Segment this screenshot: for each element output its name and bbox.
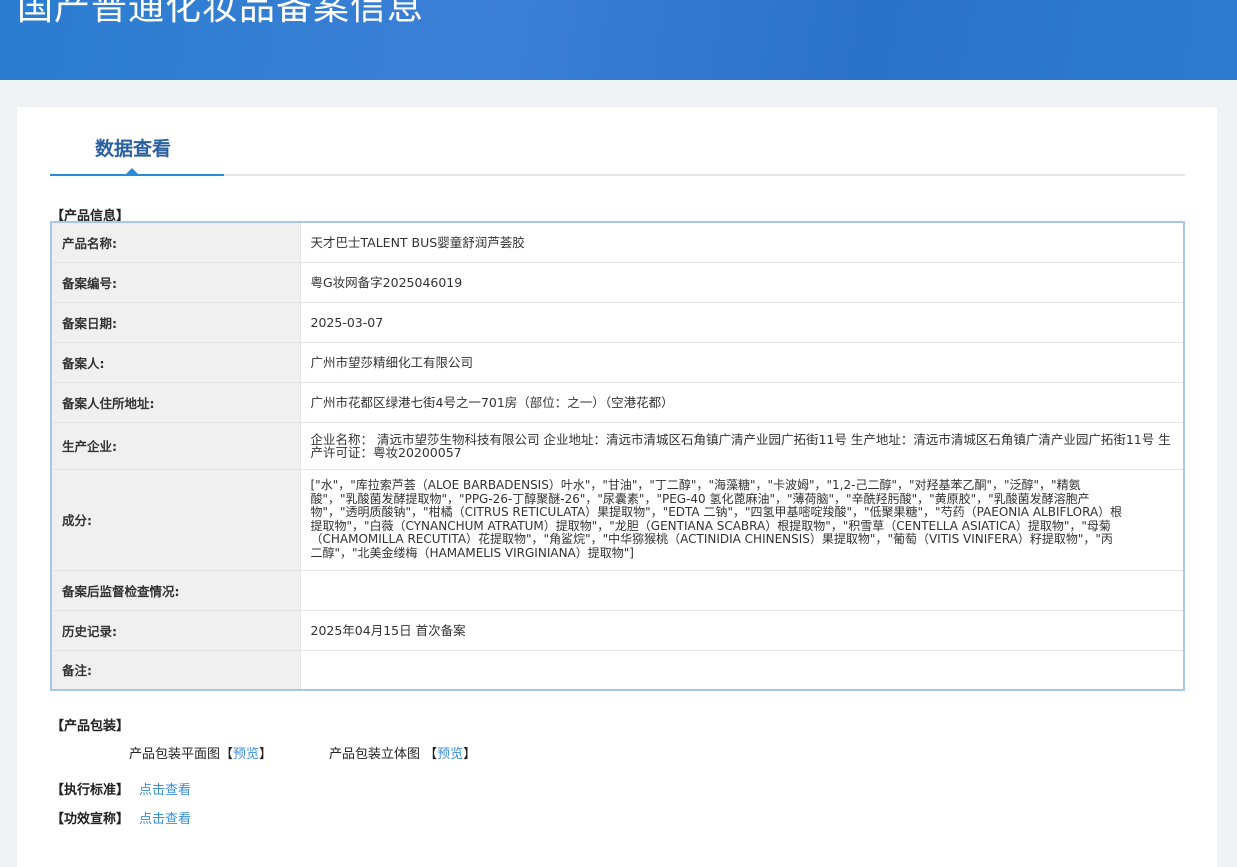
tab-underline (50, 168, 1185, 176)
row-value: 2025年04月15日 首次备案 (299, 609, 1185, 651)
standard-heading: 【执行标准】 (51, 783, 130, 798)
package-flat-item: 产品包装平面图【预览】 (129, 743, 272, 762)
row-value: 天才巴士TALENT BUS婴童舒润芦荟胶 (299, 221, 1185, 263)
row-label: 备注: (50, 649, 301, 691)
page-header: 国产普通化妆品备案信息 (0, 0, 1237, 80)
row-label: 备案编号: (50, 261, 301, 303)
table-row: 成分: ["水"，"库拉索芦荟（ALOE BARBADENSIS）叶水"，"甘油"… (50, 468, 1185, 571)
row-value: 2025-03-07 (299, 301, 1185, 343)
page-title: 国产普通化妆品备案信息 (17, 0, 425, 28)
label: 产品包装平面图【 (129, 747, 234, 762)
table-row: 产品名称: 天才巴士TALENT BUS婴童舒润芦荟胶 (50, 221, 1185, 263)
bracket: 】 (463, 747, 477, 762)
efficacy-heading: 【功效宣称】 (51, 812, 130, 827)
ingredients-value: ["水"，"库拉索芦荟（ALOE BARBADENSIS）叶水"，"甘油"，"丁… (299, 468, 1185, 571)
packaging-heading: 【产品包装】 (51, 719, 130, 734)
preview-stereo-link[interactable]: 预览 (437, 747, 463, 762)
row-value (299, 649, 1185, 691)
row-value: 企业名称： 清远市望莎生物科技有限公司 企业地址：清远市清城区石角镇广清产业园广… (299, 421, 1185, 470)
row-label: 产品名称: (50, 221, 301, 263)
tab-data-view[interactable]: 数据查看 (95, 134, 171, 161)
package-stereo-item: 产品包装立体图 【预览】 (329, 743, 476, 762)
efficacy-view-link[interactable]: 点击查看 (139, 808, 191, 827)
table-row: 备注: (50, 649, 1185, 691)
table-row: 备案日期: 2025-03-07 (50, 301, 1185, 343)
content-card: 数据查看 【产品信息】 产品名称: 天才巴士TALENT BUS婴童舒润芦荟胶 备… (17, 107, 1217, 867)
standard-view-link[interactable]: 点击查看 (139, 779, 191, 798)
table-row: 备案编号: 粤G妆网备字2025046019 (50, 261, 1185, 303)
row-label: 生产企业: (50, 421, 301, 470)
row-value: 广州市望莎精细化工有限公司 (299, 341, 1185, 383)
row-value: 广州市花都区绿港七街4号之一701房（部位：之一）（空港花都） (299, 381, 1185, 423)
row-value (299, 569, 1185, 611)
row-label: 备案日期: (50, 301, 301, 343)
product-info-table: 产品名称: 天才巴士TALENT BUS婴童舒润芦荟胶 备案编号: 粤G妆网备字20… (50, 221, 1185, 691)
bracket: 】 (259, 747, 273, 762)
table-row: 生产企业: 企业名称： 清远市望莎生物科技有限公司 企业地址：清远市清城区石角镇广… (50, 421, 1185, 470)
row-label: 备案后监督检查情况: (50, 569, 301, 611)
table-row: 备案后监督检查情况: (50, 569, 1185, 611)
row-label: 备案人住所地址: (50, 381, 301, 423)
table-row: 备案人住所地址: 广州市花都区绿港七街4号之一701房（部位：之一）（空港花都） (50, 381, 1185, 423)
label: 产品包装立体图 【 (329, 747, 438, 762)
table-row: 备案人: 广州市望莎精细化工有限公司 (50, 341, 1185, 383)
row-label: 历史记录: (50, 609, 301, 651)
table-row: 历史记录: 2025年04月15日 首次备案 (50, 609, 1185, 651)
preview-flat-link[interactable]: 预览 (233, 747, 259, 762)
row-value: 粤G妆网备字2025046019 (299, 261, 1185, 303)
row-label: 备案人: (50, 341, 301, 383)
row-label: 成分: (50, 468, 301, 571)
